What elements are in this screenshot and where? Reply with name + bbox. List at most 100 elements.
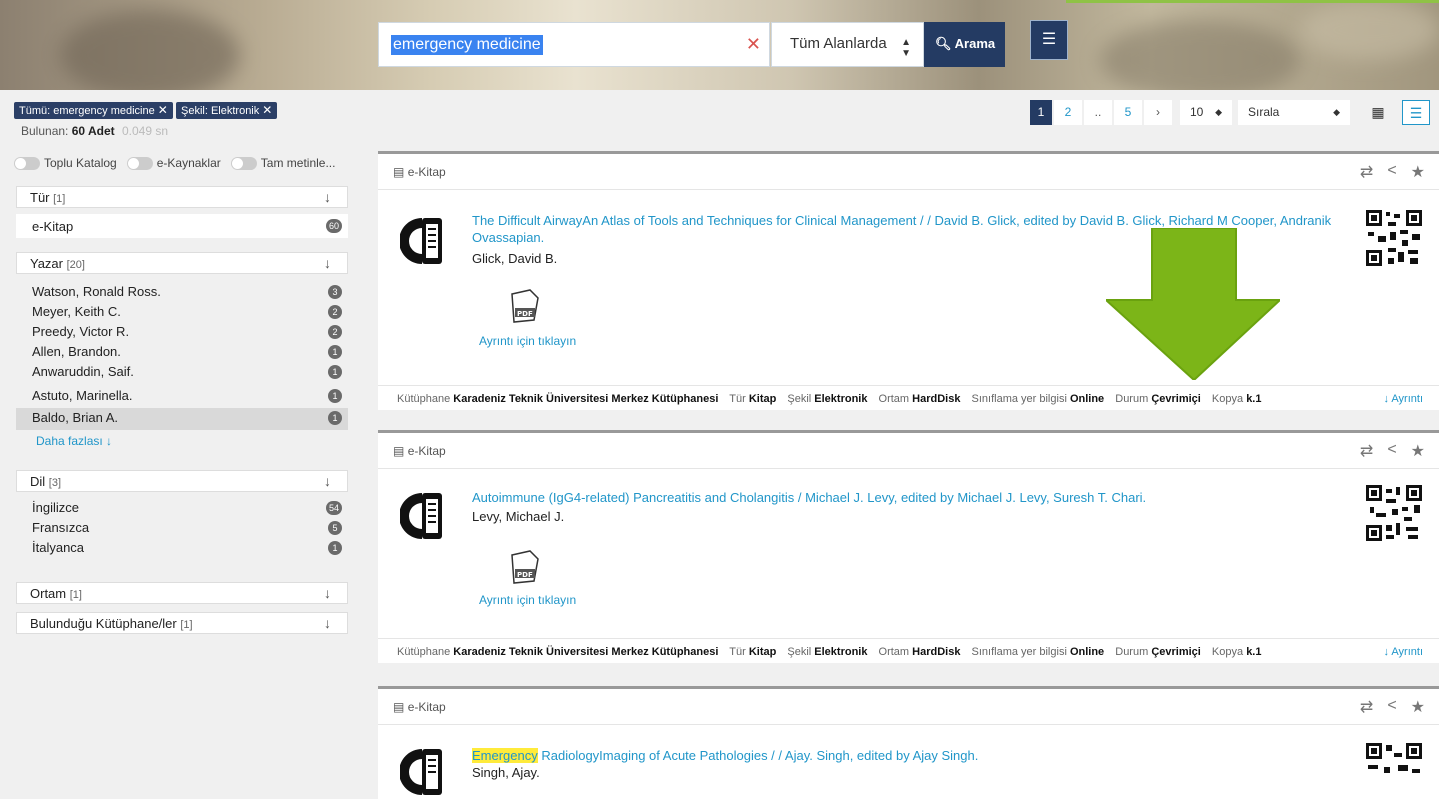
result-type-header: ▤ e-Kitap ⇄ < ★ — [378, 689, 1439, 725]
toggle-label: Toplu Katalog — [44, 156, 117, 170]
close-icon[interactable]: ✕ — [262, 103, 272, 117]
facet-item[interactable]: Meyer, Keith C. 2 — [16, 302, 348, 322]
facet-item[interactable]: Fransızca 5 — [16, 518, 348, 538]
arrow-down-icon: ↓ — [324, 255, 331, 271]
facet-dil[interactable]: Dil [3] ↓ — [16, 470, 348, 492]
filter-tag-query[interactable]: Tümü: emergency medicine ✕ — [14, 102, 173, 119]
facet-item[interactable]: Astuto, Marinella. 1 — [16, 386, 348, 406]
search-input[interactable]: emergency medicine ✕ — [378, 22, 770, 67]
facet-item[interactable]: Preedy, Victor R. 2 — [16, 322, 348, 342]
arrow-down-icon: ↓ — [324, 473, 331, 489]
grid-view-icon[interactable]: ▦ — [1364, 100, 1392, 125]
detail-link[interactable]: Ayrıntı için tıklayın — [479, 334, 576, 348]
annotation-arrow-down — [1106, 228, 1280, 380]
facet-item-label: Anwaruddin, Saif. — [32, 364, 134, 379]
svg-text:e: e — [409, 233, 421, 254]
search-button[interactable]: 🔍︎ Arama — [924, 22, 1005, 67]
found-label: Bulunan: — [21, 124, 69, 138]
result-type: e-Kitap — [407, 700, 446, 714]
compare-icon[interactable]: ⇄ — [1360, 162, 1373, 182]
meta-key: Ortam — [878, 393, 910, 405]
pdf-icon[interactable]: PDF — [508, 288, 542, 324]
toggle-toplu-katalog[interactable]: Toplu Katalog — [14, 156, 117, 170]
list-icon: ☰ — [1041, 31, 1057, 48]
compare-icon[interactable]: ⇄ — [1360, 697, 1373, 717]
facet-ortam[interactable]: Ortam [1] ↓ — [16, 582, 348, 604]
result-title-link[interactable]: Autoimmune (IgG4-related) Pancreatitis a… — [472, 489, 1352, 506]
arrow-down-icon: ↓ — [324, 615, 331, 631]
next-page-button[interactable]: › — [1144, 100, 1172, 125]
facet-item-label: Allen, Brandon. — [32, 344, 121, 359]
facet-item[interactable]: e-Kitap 60 — [16, 214, 348, 238]
facet-tur[interactable]: Tür [1] ↓ — [16, 186, 348, 208]
sort-select[interactable]: Sırala ◆ — [1238, 100, 1350, 125]
star-icon[interactable]: ★ — [1411, 441, 1425, 461]
share-icon[interactable]: < — [1387, 162, 1396, 182]
list-view-icon[interactable]: ☰ — [1402, 100, 1430, 125]
share-icon[interactable]: < — [1387, 697, 1396, 717]
found-time: 0.049 sn — [121, 124, 169, 138]
facet-yazar[interactable]: Yazar [20] ↓ — [16, 252, 348, 274]
facet-kutuphane[interactable]: Bulunduğu Kütüphane/ler [1] ↓ — [16, 612, 348, 634]
show-more-link[interactable]: Daha fazlası ↓ — [36, 434, 112, 448]
list-toggle-button[interactable]: ☰ — [1030, 20, 1068, 60]
page-2[interactable]: 2 — [1054, 100, 1082, 125]
page-1[interactable]: 1 — [1030, 100, 1052, 125]
facet-item[interactable]: İngilizce 54 — [16, 498, 348, 518]
meta-value: Karadeniz Teknik Üniversitesi Merkez Küt… — [453, 393, 719, 405]
meta-value: Elektronik — [814, 646, 868, 658]
compare-icon[interactable]: ⇄ — [1360, 441, 1373, 461]
meta-value: HardDisk — [912, 393, 961, 405]
pdf-icon[interactable]: PDF — [508, 549, 542, 585]
select-arrows-icon: ◆ — [1215, 107, 1222, 117]
count-badge: 1 — [328, 345, 342, 359]
search-button-label: Arama — [954, 36, 996, 51]
toggle-label: e-Kaynaklar — [156, 156, 221, 170]
page-5[interactable]: 5 — [1114, 100, 1142, 125]
filter-tag-format[interactable]: Şekil: Elektronik ✕ — [176, 102, 278, 119]
result-author: Levy, Michael J. — [472, 509, 565, 524]
star-icon[interactable]: ★ — [1411, 162, 1425, 182]
select-arrows-icon: ◆ — [1333, 107, 1340, 117]
facet-item-label: Baldo, Brian A. — [32, 410, 118, 425]
document-icon: ▤ — [393, 444, 405, 458]
toggle-tam-metin[interactable]: Tam metinle... — [230, 156, 335, 170]
arrow-down-icon: ↓ — [106, 434, 113, 448]
result-meta: Kütüphane Karadeniz Teknik Üniversitesi … — [378, 385, 1439, 413]
facet-item[interactable]: Baldo, Brian A. 1 — [16, 408, 348, 430]
close-icon[interactable]: ✕ — [746, 34, 761, 54]
per-page-select[interactable]: 10 ◆ — [1180, 100, 1232, 125]
count-badge: 1 — [328, 541, 342, 555]
document-icon: ▤ — [393, 165, 405, 179]
facet-item[interactable]: Watson, Ronald Ross. 3 — [16, 282, 348, 302]
star-icon[interactable]: ★ — [1411, 697, 1425, 717]
meta-key: Ortam — [878, 646, 910, 658]
result-count: Bulunan: 60 Adet 0.049 sn — [21, 124, 168, 138]
detail-link[interactable]: Ayrıntı için tıklayın — [479, 593, 576, 607]
count-badge: 1 — [328, 365, 342, 379]
toggle-e-kaynaklar[interactable]: e-Kaynaklar — [126, 156, 221, 170]
result-author: Glick, David B. — [472, 251, 558, 266]
meta-key: Durum — [1115, 646, 1149, 658]
facet-item[interactable]: Allen, Brandon. 1 — [16, 342, 348, 362]
qr-code-icon — [1364, 741, 1424, 799]
meta-value: k.1 — [1246, 393, 1262, 405]
close-icon[interactable]: ✕ — [158, 103, 168, 117]
facet-item[interactable]: Anwaruddin, Saif. 1 — [16, 362, 348, 382]
result-title-link[interactable]: Emergency RadiologyImaging of Acute Path… — [472, 747, 1352, 764]
search-icon: 🔍︎ — [935, 36, 952, 51]
facet-item[interactable]: İtalyanca 1 — [16, 538, 348, 558]
result-card: ▤ e-Kitap ⇄ < ★ e Autoimmune (IgG4-related… — [378, 430, 1439, 663]
detail-expand-link[interactable]: ↓ Ayrıntı — [1383, 646, 1423, 658]
search-scope-select[interactable]: Tüm Alanlarda ▲ ▼ — [771, 22, 924, 67]
result-type: e-Kitap — [407, 165, 446, 179]
arrow-down-icon: ↓ — [324, 585, 331, 601]
meta-key: Tür — [729, 393, 746, 405]
share-icon[interactable]: < — [1387, 441, 1396, 461]
count-badge: 3 — [328, 285, 342, 299]
meta-value: Çevrimiçi — [1151, 646, 1201, 658]
detail-expand-link[interactable]: ↓ Ayrıntı — [1383, 393, 1423, 405]
filter-tag-label: Şekil: Elektronik — [181, 105, 260, 117]
meta-value: Çevrimiçi — [1151, 393, 1201, 405]
facet-item-label: Meyer, Keith C. — [32, 304, 121, 319]
